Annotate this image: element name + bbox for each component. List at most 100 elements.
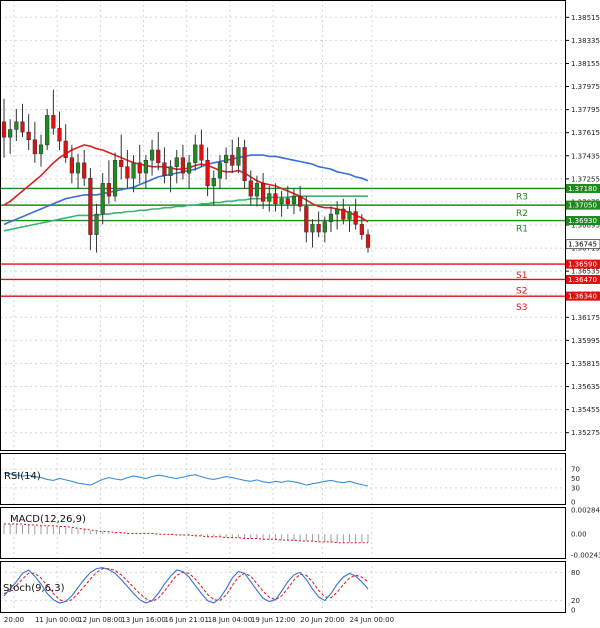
- candle-body: [347, 211, 352, 220]
- x-tick-label: 24 Jun 00:00: [350, 616, 394, 624]
- level-price-label: 1.36470: [568, 276, 597, 284]
- candle-body: [341, 208, 346, 220]
- level-label-r1: R1: [516, 225, 528, 235]
- level-price-label: 1.36930: [568, 217, 597, 225]
- candle-body: [254, 183, 260, 197]
- candle-body: [180, 157, 186, 174]
- x-tick-label: 20:00: [4, 616, 24, 624]
- candle-body: [365, 234, 371, 248]
- rsi-tick-label: 0: [571, 499, 575, 507]
- candle-body: [242, 147, 247, 182]
- candle-body: [322, 221, 327, 233]
- y-tick-label: 1.37615: [571, 129, 600, 137]
- y-tick-label: 1.35275: [571, 429, 600, 437]
- rsi-tick-label: 50: [571, 475, 580, 483]
- x-tick-label: 11 Jun 00:00: [35, 616, 79, 624]
- rsi-panel: RSI(14): [0, 468, 565, 489]
- macd-panel: MACD(12,26,9): [3, 514, 369, 544]
- level-price-label: 1.36340: [568, 293, 597, 301]
- x-tick-label: 12 Jun 08:00: [78, 616, 122, 624]
- candle-body: [230, 154, 235, 166]
- candle-body: [1, 121, 7, 138]
- ma-blue-line: [3, 154, 369, 226]
- y-tick-label: 1.38515: [571, 14, 600, 22]
- candle-body: [285, 198, 290, 205]
- rsi-label: RSI(14): [4, 471, 41, 482]
- macd-label: MACD(12,26,9): [10, 514, 86, 525]
- rsi-tick-label: 30: [571, 484, 580, 492]
- stoch-label: Stoch(9,6,3): [3, 583, 65, 594]
- candle-body: [291, 195, 297, 205]
- candle-body: [162, 162, 167, 176]
- y-tick-label: 1.38155: [571, 60, 600, 68]
- ma-red-line: [3, 144, 369, 223]
- candle-body: [26, 131, 31, 140]
- y-tick-label: 1.37255: [571, 175, 600, 183]
- x-tick-label: 18 Jun 04:00: [208, 616, 252, 624]
- macd-tick-label: -0.002432: [571, 551, 600, 559]
- candle-body: [205, 160, 210, 187]
- candle-body: [310, 224, 315, 233]
- candle-body: [156, 149, 161, 164]
- candle-body: [119, 160, 124, 167]
- candle-body: [100, 183, 105, 215]
- level-label-s3: S3: [516, 303, 527, 313]
- candle-body: [131, 162, 136, 179]
- candle-body: [125, 166, 130, 179]
- x-tick-label: 13 Jun 16:00: [121, 616, 165, 624]
- candle-body: [199, 144, 204, 161]
- candle-body: [69, 157, 74, 174]
- stoch-tick-label: 80: [571, 569, 580, 577]
- level-price-label: 1.37180: [568, 185, 597, 193]
- x-tick-label: 16 Jun 21:01: [165, 616, 209, 624]
- candle-body: [304, 206, 309, 233]
- stoch-tick-label: 20: [571, 597, 580, 605]
- candle-body: [32, 139, 37, 155]
- y-tick-label: 1.35815: [571, 360, 600, 368]
- candle-body: [88, 177, 93, 235]
- macd-tick-label: 0.002844: [571, 507, 600, 515]
- y-tick-label: 1.35635: [571, 383, 600, 391]
- candle-body: [267, 193, 272, 202]
- candle-body: [143, 160, 148, 174]
- candle-body: [236, 147, 241, 166]
- candle-body: [328, 213, 334, 223]
- candle-body: [106, 183, 111, 197]
- current-price-label: 1.36745: [568, 241, 597, 249]
- candle-body: [149, 149, 155, 161]
- stoch-panel: Stoch(9,6,3): [0, 567, 565, 604]
- candle-body: [211, 177, 216, 187]
- y-tick-label: 1.37795: [571, 106, 600, 114]
- candle-body: [261, 183, 266, 202]
- level-label-r2: R2: [516, 209, 528, 219]
- candle-body: [51, 115, 56, 129]
- candle-body: [298, 195, 303, 207]
- candle-body: [137, 162, 142, 174]
- candle-body: [316, 224, 321, 233]
- y-tick-label: 1.36175: [571, 314, 600, 322]
- candle-body: [82, 162, 87, 179]
- y-tick-label: 1.37435: [571, 152, 600, 160]
- y-tick-label: 1.35455: [571, 406, 600, 414]
- y-tick-label: 1.36535: [571, 268, 600, 276]
- level-price-label: 1.37050: [568, 202, 597, 210]
- stoch-tick-label: 0: [571, 607, 575, 615]
- stoch-frame: [0, 561, 566, 613]
- candle-body: [14, 121, 19, 130]
- candle-body: [335, 208, 340, 215]
- macd-signal-line: [4, 523, 368, 544]
- candle-body: [193, 144, 198, 164]
- candle-body: [94, 213, 99, 235]
- candle-body: [353, 211, 358, 225]
- chart-root: R3R2R1S1S2S3 RSI(14) MACD(12,26,9) Stoch…: [0, 0, 600, 624]
- rsi-tick-label: 70: [571, 466, 580, 474]
- x-tick-label: 19 Jun 12:00: [251, 616, 295, 624]
- level-label-s2: S2: [516, 286, 527, 296]
- candle-body: [63, 140, 68, 158]
- y-tick-label: 1.38335: [571, 37, 600, 45]
- candle-body: [174, 157, 179, 167]
- candle-body: [168, 166, 173, 176]
- rsi-frame: [0, 453, 566, 505]
- candle-body: [186, 162, 192, 174]
- y-tick-label: 1.37975: [571, 83, 600, 91]
